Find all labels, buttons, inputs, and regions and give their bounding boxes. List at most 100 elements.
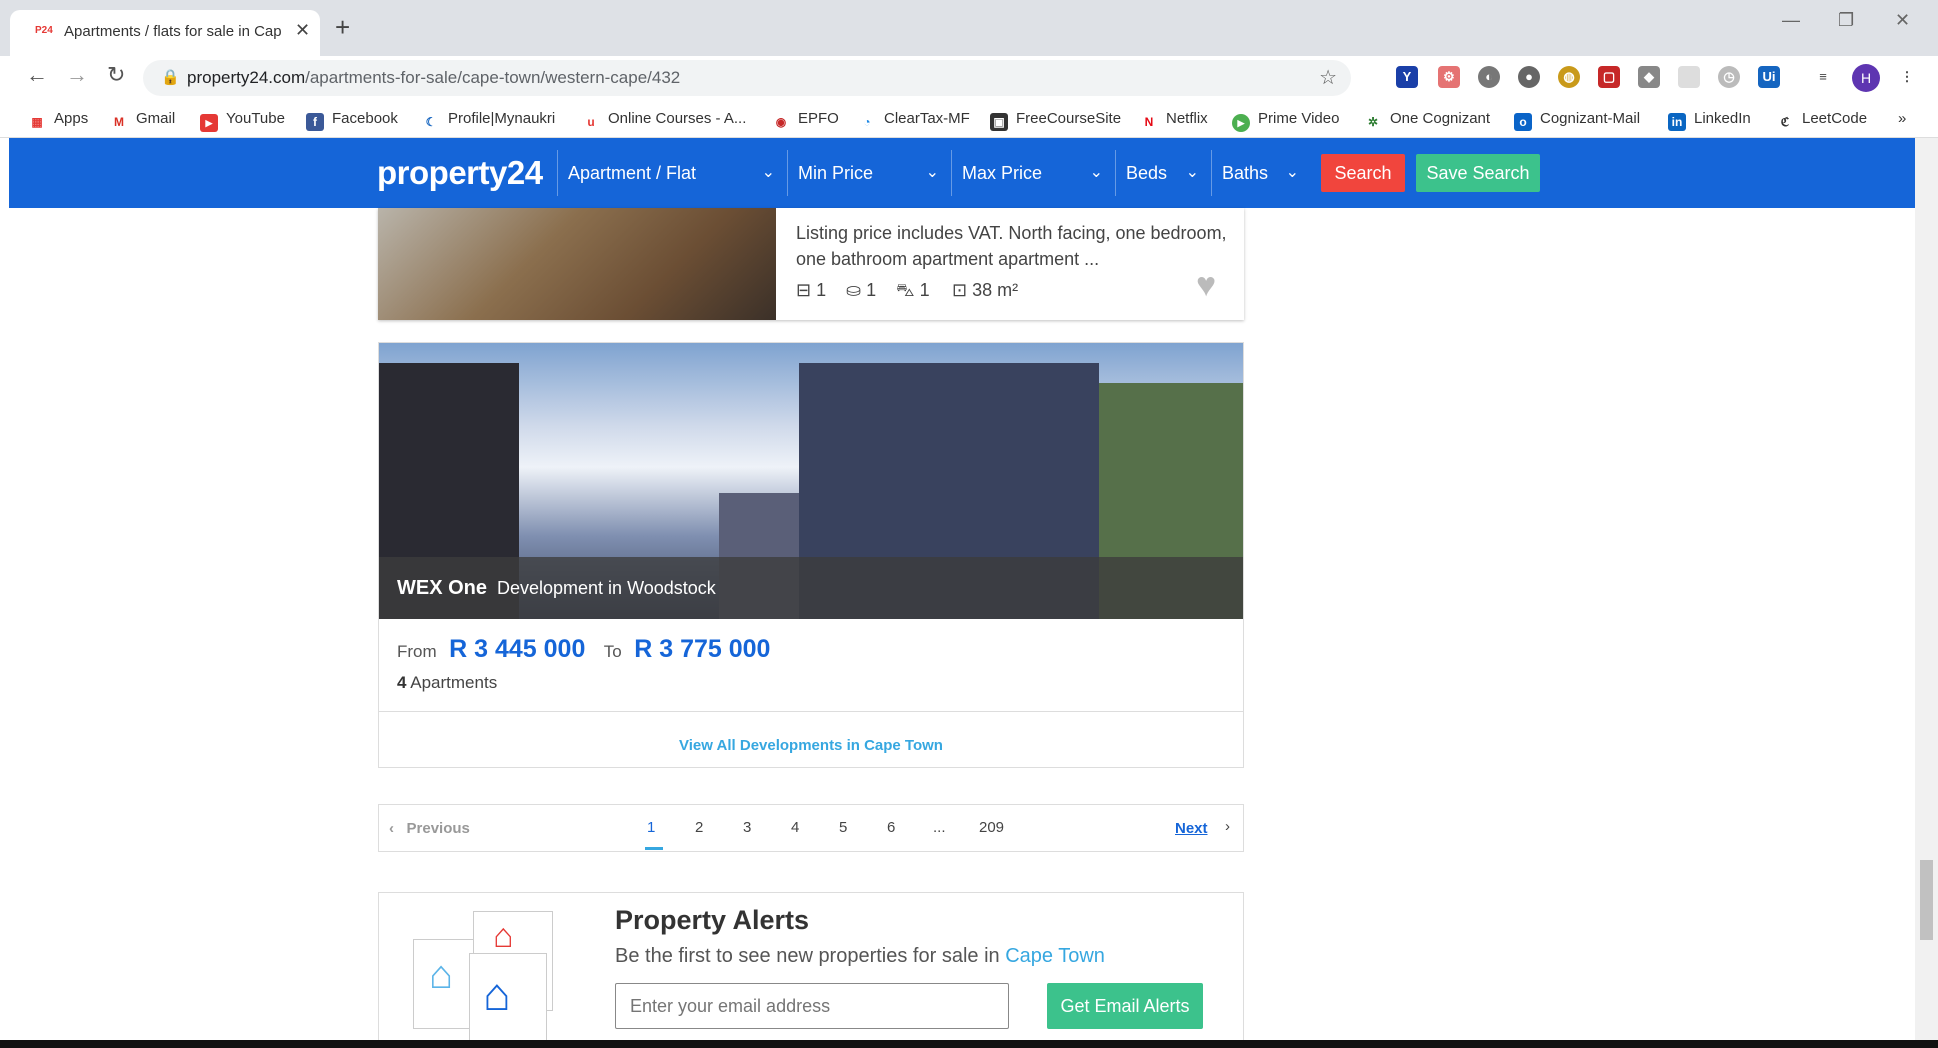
extension-blank-icon[interactable] xyxy=(1678,66,1700,88)
save-search-button[interactable]: Save Search xyxy=(1416,154,1540,192)
cleartax-icon: ◔ xyxy=(863,115,871,129)
page-3[interactable]: 3 xyxy=(743,819,751,836)
bookmark-label: LinkedIn xyxy=(1694,110,1751,127)
reading-list-icon[interactable]: ≡ xyxy=(1812,66,1834,88)
bookmark-label: Netflix xyxy=(1166,110,1208,127)
extension-y-icon[interactable]: Y xyxy=(1396,66,1418,88)
bedrooms-count: 1 xyxy=(816,280,827,300)
beds-dropdown[interactable]: Beds ⌄ xyxy=(1115,150,1211,196)
chevron-right-icon[interactable]: › xyxy=(1225,818,1230,835)
one-cognizant-icon: ✲ xyxy=(1367,115,1379,129)
bookmark-netflix[interactable]: N Netflix xyxy=(1140,110,1208,131)
linkedin-icon: in xyxy=(1668,113,1686,131)
extension-circle-icon[interactable]: ◐ xyxy=(1478,66,1500,88)
baths-dropdown[interactable]: Baths ⌄ xyxy=(1211,150,1311,196)
page-6[interactable]: 6 xyxy=(887,819,895,836)
to-label: To xyxy=(603,642,622,661)
forward-button[interactable]: → xyxy=(66,62,88,88)
menu-kebab-icon[interactable]: ⋮ xyxy=(1896,66,1918,88)
extension-badge-icon[interactable]: ⚙ xyxy=(1438,66,1460,88)
bookmark-label: Online Courses - A... xyxy=(608,110,747,127)
development-card[interactable]: WEX One Development in Woodstock From R … xyxy=(378,342,1244,768)
page-209[interactable]: 209 xyxy=(979,819,1004,836)
bookmark-linkedin[interactable]: in LinkedIn xyxy=(1668,110,1751,131)
property-alerts: ⌂ ⌂ ⌂ Property Alerts Be the first to se… xyxy=(378,892,1244,1040)
new-tab-button[interactable]: + xyxy=(335,12,350,43)
previous-page-button[interactable]: ‹ Previous xyxy=(389,820,470,837)
page-5[interactable]: 5 xyxy=(839,819,847,836)
lock-icon: 🔒 xyxy=(161,69,180,86)
tab-favicon-icon: P24 xyxy=(35,25,53,36)
browser-toolbar: ← → ↻ 🔒 property24.com/apartments-for-sa… xyxy=(0,56,1938,102)
bookmark-leetcode[interactable]: ℭ LeetCode xyxy=(1776,110,1867,131)
max-price-dropdown[interactable]: Max Price ⌄ xyxy=(951,150,1115,196)
bookmark-label: Prime Video xyxy=(1258,110,1340,127)
bookmark-cleartax[interactable]: ◔ ClearTax-MF xyxy=(858,110,969,131)
bookmark-epfo[interactable]: ◉ EPFO xyxy=(772,110,839,131)
url-text: property24.com/apartments-for-sale/cape-… xyxy=(187,68,680,88)
extension-dropbox-icon[interactable]: ◆ xyxy=(1638,66,1660,88)
extension-ui-icon[interactable]: Ui xyxy=(1758,66,1780,88)
bookmark-label: YouTube xyxy=(226,110,285,127)
restore-button[interactable]: ❐ xyxy=(1838,10,1854,31)
bed-icon: ⊟ xyxy=(796,280,812,300)
view-all-developments-link[interactable]: View All Developments in Cape Town xyxy=(379,737,1243,754)
page-2[interactable]: 2 xyxy=(695,819,703,836)
bookmark-online-courses[interactable]: u Online Courses - A... xyxy=(582,110,746,131)
next-page-button[interactable]: Next xyxy=(1175,820,1208,837)
chevron-down-icon: ⌄ xyxy=(761,164,775,181)
favourite-heart-icon[interactable]: ♥ xyxy=(1196,266,1216,305)
extension-clock-icon[interactable]: ◷ xyxy=(1718,66,1740,88)
bookmark-one-cognizant[interactable]: ✲ One Cognizant xyxy=(1364,110,1490,131)
bookmark-star-icon[interactable]: ☆ xyxy=(1319,65,1337,90)
extension-dot-icon[interactable]: ● xyxy=(1518,66,1540,88)
bookmark-label: Apps xyxy=(54,110,89,127)
development-caption: WEX One Development in Woodstock xyxy=(379,557,1243,619)
scrollbar-thumb[interactable] xyxy=(1920,860,1933,940)
url-path: /apartments-for-sale/cape-town/western-c… xyxy=(305,68,681,87)
search-button[interactable]: Search xyxy=(1321,154,1405,192)
window-close-button[interactable]: ✕ xyxy=(1895,10,1910,31)
property24-logo[interactable]: property24 xyxy=(377,154,543,192)
bath-icon: ⛀ xyxy=(846,280,862,300)
dropdown-label: Min Price xyxy=(798,163,874,183)
prime-video-icon: ▶ xyxy=(1232,114,1250,132)
bookmark-freecoursesite[interactable]: ▣ FreeCourseSite xyxy=(990,110,1121,131)
extension-pocket-icon[interactable]: ▢ xyxy=(1598,66,1620,88)
divider xyxy=(379,711,1243,712)
bookmark-facebook[interactable]: f Facebook xyxy=(306,110,398,131)
bookmark-apps[interactable]: ▦ Apps xyxy=(28,110,88,131)
bookmark-youtube[interactable]: ▶ YouTube xyxy=(200,110,285,132)
gmail-icon: M xyxy=(114,115,124,129)
apps-grid-icon: ▦ xyxy=(31,115,43,129)
site-header: property24 Apartment / Flat ⌄ Min Price ⌄ … xyxy=(9,138,1915,208)
minimize-button[interactable]: — xyxy=(1782,10,1800,31)
min-price-dropdown[interactable]: Min Price ⌄ xyxy=(787,150,951,196)
page-scrollbar[interactable] xyxy=(1915,138,1938,1040)
bookmark-cognizant-mail[interactable]: o Cognizant-Mail xyxy=(1514,110,1640,131)
alerts-city-link[interactable]: Cape Town xyxy=(1005,945,1105,967)
dropdown-label: Apartment / Flat xyxy=(568,163,697,183)
bookmark-naukri[interactable]: ☾ Profile|Mynaukri xyxy=(422,110,556,131)
address-bar[interactable]: 🔒 property24.com/apartments-for-sale/cap… xyxy=(143,60,1351,96)
bookmark-prime-video[interactable]: ▶ Prime Video xyxy=(1232,110,1339,132)
listing-card[interactable]: Listing price includes VAT. North facing… xyxy=(378,208,1244,320)
bookmarks-overflow-button[interactable]: » xyxy=(1898,110,1906,127)
property-type-dropdown[interactable]: Apartment / Flat ⌄ xyxy=(557,150,787,196)
floor-size-icon: ⊡ xyxy=(952,280,968,300)
page-4[interactable]: 4 xyxy=(791,819,799,836)
bookmarks-bar: ▦ Apps M Gmail ▶ YouTube f Facebook ☾ Profile… xyxy=(0,102,1938,138)
back-button[interactable]: ← xyxy=(26,62,48,88)
tab-close-icon[interactable]: ✕ xyxy=(295,20,310,41)
browser-tab[interactable]: P24 Apartments / flats for sale in Cap ✕ xyxy=(10,10,320,56)
extension-ball-icon[interactable]: ◍ xyxy=(1558,66,1580,88)
bookmark-gmail[interactable]: M Gmail xyxy=(110,110,175,131)
from-label: From xyxy=(397,642,437,661)
reload-button[interactable]: ↻ xyxy=(107,62,125,88)
profile-avatar[interactable]: H xyxy=(1852,64,1880,92)
page-1[interactable]: 1 xyxy=(647,819,655,836)
listing-photo[interactable] xyxy=(378,208,776,320)
email-input[interactable] xyxy=(615,983,1009,1029)
development-photo[interactable]: WEX One Development in Woodstock xyxy=(379,343,1243,619)
get-email-alerts-button[interactable]: Get Email Alerts xyxy=(1047,983,1203,1029)
